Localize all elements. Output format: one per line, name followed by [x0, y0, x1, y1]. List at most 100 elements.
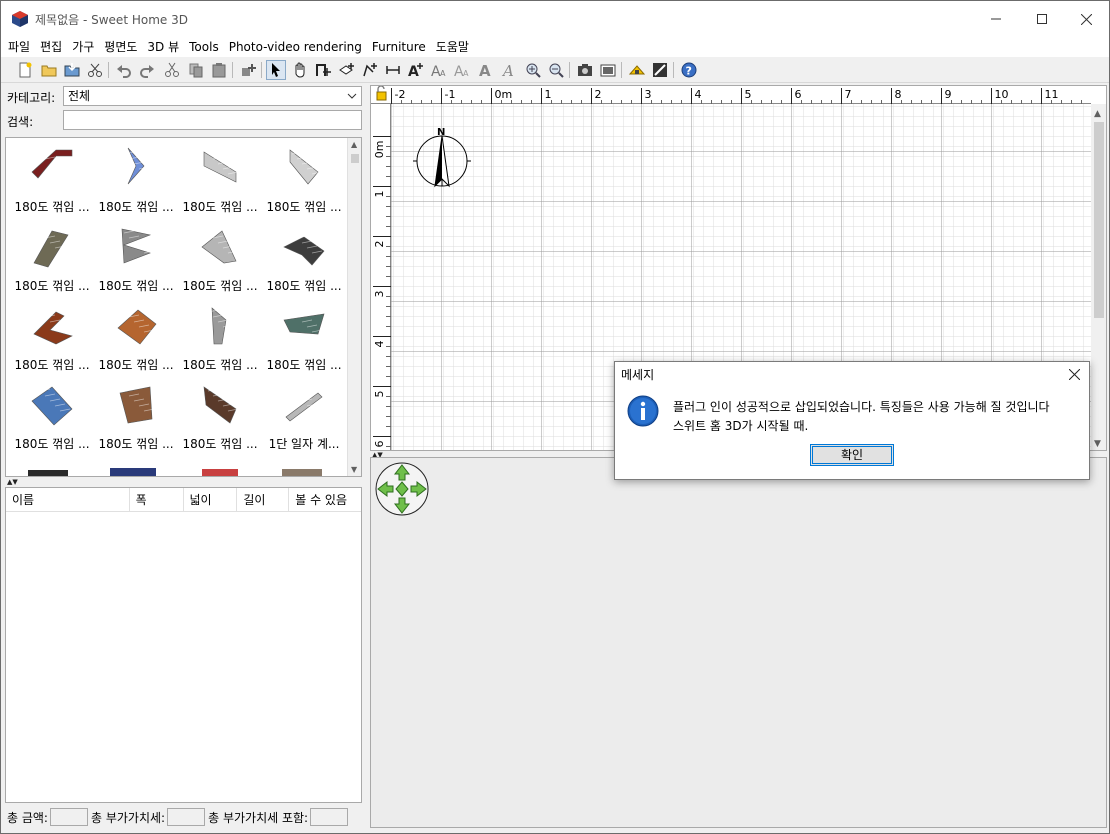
create-rooms-icon[interactable]: [337, 60, 357, 80]
menu-furniture-kr[interactable]: 가구: [67, 37, 99, 57]
menu-plan[interactable]: 평면도: [99, 37, 142, 57]
increase-text-icon[interactable]: AA: [429, 60, 449, 80]
catalog-partial-item[interactable]: [282, 469, 322, 476]
bold-text-icon[interactable]: A: [476, 60, 496, 80]
paste-icon[interactable]: [209, 60, 229, 80]
furniture-list: 이름 폭 넓이 길이 볼 수 있음: [5, 487, 362, 803]
decrease-text-icon[interactable]: AA: [452, 60, 472, 80]
staircase-thumbnail: [207, 307, 239, 345]
catalog-item-label: 180도 꺾임 ...: [98, 279, 174, 293]
ruler-y-label: 2: [373, 241, 386, 248]
column-width[interactable]: 폭: [130, 488, 184, 511]
staircase-thumbnail: [203, 386, 239, 424]
import-furniture-icon[interactable]: [627, 60, 647, 80]
column-visible[interactable]: 볼 수 있음: [289, 488, 361, 511]
catalog-partial-item[interactable]: [202, 469, 238, 476]
total-incl-vat-field: [310, 808, 349, 826]
add-text-icon[interactable]: A: [406, 60, 426, 80]
copy-icon[interactable]: [186, 60, 206, 80]
3d-view[interactable]: [370, 457, 1107, 828]
select-mode-icon[interactable]: [266, 60, 286, 80]
catalog-item[interactable]: 180도 꺾임 ...: [178, 377, 262, 456]
minimize-button[interactable]: [973, 1, 1019, 37]
create-walls-icon[interactable]: [313, 60, 333, 80]
catalog-item[interactable]: 180도 꺾임 ...: [94, 377, 178, 456]
catalog-item[interactable]: 1단 일자 계...: [262, 377, 346, 456]
svg-text:A: A: [463, 69, 469, 78]
catalog-item[interactable]: 180도 꺾임 ...: [262, 219, 346, 298]
catalog-item[interactable]: 180도 꺾임 ...: [94, 140, 178, 219]
create-photo-icon[interactable]: [575, 60, 595, 80]
plan-scrollbar-thumb[interactable]: [1094, 122, 1104, 318]
cut-tool-icon[interactable]: [85, 60, 105, 80]
save-icon[interactable]: [62, 60, 82, 80]
staircase-thumbnail: [121, 228, 155, 264]
navigation-arrows-icon[interactable]: [375, 462, 429, 516]
staircase-thumbnail: [31, 386, 73, 426]
menu-photo-video-rendering[interactable]: Photo-video rendering: [224, 37, 367, 57]
category-select[interactable]: 전체: [63, 86, 362, 106]
open-file-icon[interactable]: [39, 60, 59, 80]
plan-scroll-up-icon[interactable]: ▲: [1094, 109, 1101, 119]
ruler-y-label: 0m: [373, 141, 386, 159]
menu-furniture[interactable]: Furniture: [367, 37, 431, 57]
cut-icon[interactable]: [162, 60, 182, 80]
title-bar: 제목없음 - Sweet Home 3D: [1, 1, 1109, 37]
column-depth[interactable]: 넓이: [184, 488, 238, 511]
search-input[interactable]: [63, 110, 362, 130]
column-height[interactable]: 길이: [237, 488, 290, 511]
catalog-item-label: 180도 꺾임 ...: [98, 437, 174, 451]
create-polylines-icon[interactable]: [360, 60, 380, 80]
staircase-thumbnail: [33, 230, 71, 268]
pan-mode-icon[interactable]: [290, 60, 310, 80]
menu-edit[interactable]: 편집: [35, 37, 67, 57]
create-video-icon[interactable]: [598, 60, 618, 80]
catalog-partial-item[interactable]: [110, 468, 156, 476]
catalog-item-label: 180도 꺾임 ...: [182, 279, 258, 293]
add-furniture-icon[interactable]: [238, 60, 258, 80]
plan-scroll-down-icon[interactable]: ▼: [1094, 439, 1101, 449]
catalog-item[interactable]: 180도 꺾임 ...: [10, 140, 94, 219]
totals-bar: 총 금액: 총 부가가치세: 총 부가가치세 포함:: [1, 807, 367, 827]
close-window-button[interactable]: [1063, 1, 1109, 37]
scroll-down-icon[interactable]: ▼: [351, 465, 357, 474]
catalog-partial-item[interactable]: [28, 470, 68, 476]
catalog-item[interactable]: 180도 꺾임 ...: [10, 219, 94, 298]
redo-icon[interactable]: [137, 60, 157, 80]
catalog-item[interactable]: 180도 꺾임 ...: [178, 298, 262, 377]
catalog-item[interactable]: 180도 꺾임 ...: [94, 298, 178, 377]
zoom-in-icon[interactable]: [523, 60, 543, 80]
import-texture-icon[interactable]: [650, 60, 670, 80]
catalog-item[interactable]: 180도 꺾임 ...: [262, 140, 346, 219]
ruler-y-label: 3: [373, 291, 386, 298]
catalog-item-label: 180도 꺾임 ...: [14, 200, 90, 214]
catalog-item[interactable]: 180도 꺾임 ...: [10, 377, 94, 456]
create-dimensions-icon[interactable]: [383, 60, 403, 80]
staircase-thumbnail: [31, 149, 73, 179]
menu-file[interactable]: 파일: [3, 37, 35, 57]
ok-button[interactable]: 확인: [810, 444, 894, 466]
catalog-item[interactable]: 180도 꺾임 ...: [262, 298, 346, 377]
splitter-arrows-icon[interactable]: ▲▼: [7, 479, 18, 486]
catalog-item[interactable]: 180도 꺾임 ...: [10, 298, 94, 377]
maximize-icon: [1037, 14, 1047, 24]
scrollbar-thumb[interactable]: [351, 154, 359, 163]
dialog-close-button[interactable]: [1059, 362, 1089, 386]
scroll-up-icon[interactable]: ▲: [351, 140, 357, 149]
catalog-item[interactable]: 180도 꺾임 ...: [178, 140, 262, 219]
maximize-button[interactable]: [1019, 1, 1065, 37]
column-name[interactable]: 이름: [6, 488, 130, 511]
new-file-icon[interactable]: [15, 60, 35, 80]
catalog-item-label: 180도 꺾임 ...: [182, 437, 258, 451]
menu-tools[interactable]: Tools: [184, 37, 224, 57]
menu-3d-view[interactable]: 3D 뷰: [142, 37, 184, 57]
catalog-item[interactable]: 180도 꺾임 ...: [178, 219, 262, 298]
italic-text-icon[interactable]: A: [499, 60, 519, 80]
catalog-item[interactable]: 180도 꺾임 ...: [94, 219, 178, 298]
catalog-item-label: 180도 꺾임 ...: [14, 437, 90, 451]
catalog-scrollbar[interactable]: ▲ ▼: [347, 138, 361, 476]
menu-help[interactable]: 도움말: [431, 37, 474, 57]
zoom-out-icon[interactable]: [546, 60, 566, 80]
help-icon[interactable]: ?: [679, 60, 699, 80]
undo-icon[interactable]: [114, 60, 134, 80]
